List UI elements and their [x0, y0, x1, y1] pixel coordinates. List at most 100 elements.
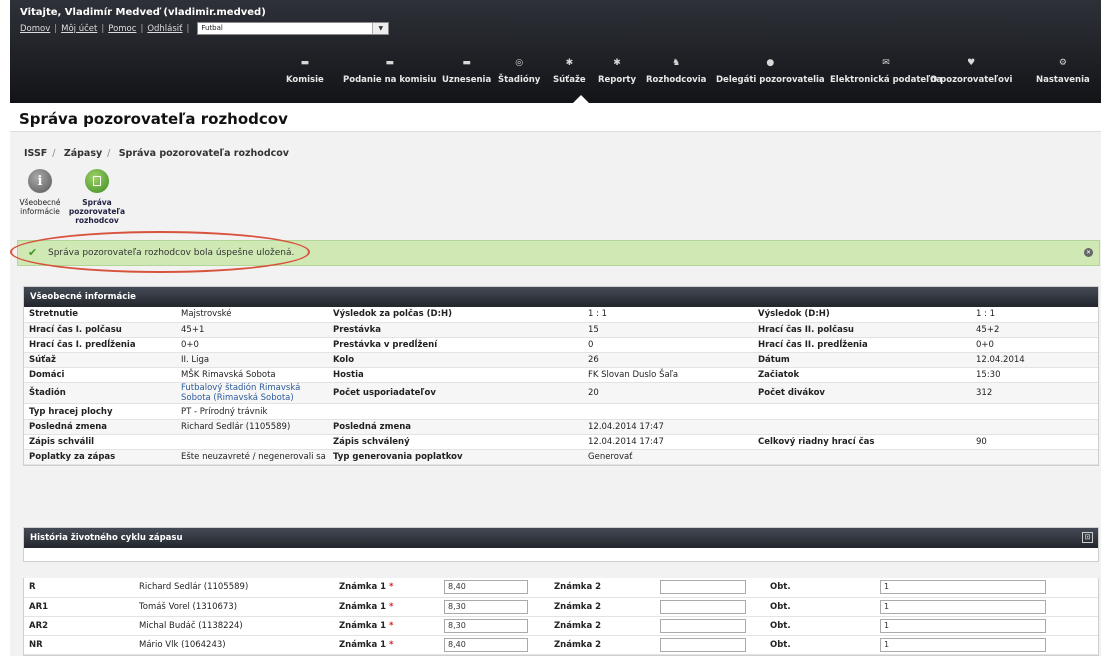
- breadcrumb-zapasy[interactable]: Zápasy: [64, 148, 102, 159]
- welcome-text: Vitajte, Vladimír Medveď (vladimir.medve…: [20, 7, 266, 18]
- folder-icon: ▬: [300, 58, 310, 68]
- chevron-down-icon: ▼: [372, 23, 389, 34]
- obt-label: Obt.: [765, 635, 875, 655]
- field-value: 1 : 1: [971, 307, 1098, 323]
- breadcrumb-current: Správa pozorovateľa rozhodcov: [118, 148, 289, 159]
- mark2-cell: [655, 616, 765, 636]
- mark2-input[interactable]: [660, 618, 746, 633]
- referee-row: NR Mário Vlk (1064243) Známka 1 * 8,40 Z…: [24, 635, 1098, 655]
- nav-elektronicka-podatelna[interactable]: ✉ Elektronická podateľna: [830, 58, 942, 85]
- mark1-label: Známka 1 *: [334, 635, 439, 655]
- referee-role: R: [24, 578, 134, 598]
- close-icon[interactable]: ✕: [1084, 248, 1093, 257]
- breadcrumb-issf[interactable]: ISSF: [24, 148, 47, 159]
- sport-select[interactable]: Futbal ▼: [197, 22, 390, 35]
- field-label: Posledná zmena: [24, 419, 176, 435]
- obt-cell: 1: [875, 635, 1098, 655]
- mark1-cell: 8,40: [439, 578, 549, 598]
- field-value: 0+0: [176, 337, 328, 354]
- table-row: Posledná zmena Richard Sedlár (1105589) Po…: [24, 419, 1098, 435]
- nav-o-pozorovatelovi[interactable]: ♥ O pozorovateľovi: [930, 58, 1012, 85]
- field-value: Ešte neuzavreté / negenerovali sa: [176, 449, 328, 466]
- history-header[interactable]: História životného cyklu zápasu ⊡: [24, 528, 1098, 548]
- nav-sutaze[interactable]: ✱ Súťaže: [553, 58, 586, 85]
- mark2-input[interactable]: [660, 637, 746, 652]
- nav-uznesenia[interactable]: ▬ Uznesenia: [442, 58, 491, 85]
- field-value: [583, 403, 753, 420]
- field-value: Generovať: [583, 449, 753, 466]
- main-content: ISSF / Zápasy / Správa pozorovateľa rozhod…: [10, 132, 1101, 656]
- nav-delegati-pozorovatelia[interactable]: ● Delegáti pozorovatelia: [716, 58, 825, 85]
- obt-input[interactable]: 1: [880, 618, 1046, 633]
- stadium-link[interactable]: Futbalový štadión Rimavská Sobota (Rimav…: [181, 383, 300, 403]
- table-row: Hrací čas I. polčasu 45+1 Prestávka 15 Hrací…: [24, 322, 1098, 338]
- field-label: Stretnutie: [24, 307, 176, 323]
- field-label: Typ generovania poplatkov: [328, 449, 583, 466]
- referee-row: AR1 Tomáš Vorel (1310673) Známka 1 * 8,3…: [24, 597, 1098, 617]
- expand-icon[interactable]: ⊡: [1082, 532, 1093, 543]
- nav-rozhodcovia[interactable]: ♞ Rozhodcovia: [646, 58, 706, 85]
- obt-cell: 1: [875, 616, 1098, 636]
- field-label: Hostia: [328, 367, 583, 384]
- table-row: Hrací čas I. predĺženia 0+0 Prestávka v pr…: [24, 337, 1098, 354]
- mark2-label: Známka 2: [549, 635, 655, 655]
- mark1-input[interactable]: 8,40: [444, 637, 528, 652]
- check-icon: ✔: [28, 246, 38, 259]
- nav-reporty[interactable]: ✱ Reporty: [598, 58, 636, 85]
- referee-role: AR1: [24, 597, 134, 617]
- info-icon: i: [28, 169, 52, 193]
- field-label: [753, 403, 971, 420]
- quick-link-info[interactable]: i Všeobecné informácie: [10, 169, 70, 216]
- field-value: Majstrovské: [176, 307, 328, 323]
- mark2-input[interactable]: [660, 599, 746, 614]
- mark1-input[interactable]: 8,30: [444, 618, 528, 633]
- page-title: Správa pozorovateľa rozhodcov: [10, 103, 1101, 132]
- link-help[interactable]: Pomoc: [108, 24, 136, 34]
- active-nav-indicator: [573, 95, 589, 103]
- field-label: Prestávka v predĺžení: [328, 337, 583, 354]
- field-label: [753, 419, 971, 435]
- mark1-input[interactable]: 8,30: [444, 599, 528, 614]
- obt-input[interactable]: 1: [880, 580, 1046, 595]
- field-value: 45+2: [971, 322, 1098, 338]
- table-row: Štadión Futbalový štadión Rimavská Sobota…: [24, 382, 1098, 405]
- field-value: 15: [583, 322, 753, 338]
- field-value: 12.04.2014: [971, 352, 1098, 369]
- table-row: Poplatky za zápas Ešte neuzavreté / negen…: [24, 449, 1098, 466]
- field-label: Dátum: [753, 352, 971, 369]
- pin-icon: ♥: [967, 58, 976, 68]
- field-value: [176, 434, 328, 451]
- obt-input[interactable]: 1: [880, 637, 1046, 652]
- link-my-account[interactable]: Môj účet: [61, 24, 97, 34]
- obt-input[interactable]: 1: [880, 599, 1046, 614]
- nav-stadiony[interactable]: ◎ Štadióny: [498, 58, 540, 85]
- nav-komisie[interactable]: ▬ Komisie: [286, 58, 324, 85]
- referee-icon: ♞: [672, 58, 681, 68]
- link-logout[interactable]: Odhlásiť: [147, 24, 182, 34]
- general-info-table: Stretnutie Majstrovské Výsledok za polčas …: [24, 307, 1098, 466]
- obt-label: Obt.: [765, 578, 875, 598]
- link-home[interactable]: Domov: [20, 24, 50, 34]
- table-row: Typ hracej plochy PT - Prírodný trávnik: [24, 403, 1098, 420]
- field-value: 0: [583, 337, 753, 354]
- mark2-input[interactable]: [660, 580, 746, 595]
- referee-name: Michal Budáč (1138224): [134, 616, 334, 636]
- top-bar: Vitajte, Vladimír Medveď (vladimir.medve…: [10, 0, 1101, 103]
- field-value: 20: [583, 382, 753, 405]
- field-label: Typ hracej plochy: [24, 403, 176, 420]
- mark1-input[interactable]: 8,40: [444, 580, 528, 595]
- folder-icon: ▬: [462, 58, 471, 68]
- mail-icon: ✉: [882, 58, 890, 68]
- nav-podanie-na-komisiu[interactable]: ▬ Podanie na komisiu: [343, 58, 436, 85]
- field-value: FK Slovan Duslo Šaľa: [583, 367, 753, 384]
- referee-row: AR2 Michal Budáč (1138224) Známka 1 * 8,…: [24, 616, 1098, 636]
- field-value: [971, 403, 1098, 420]
- nav-nastavenia[interactable]: ⚙ Nastavenia: [1036, 58, 1090, 85]
- history-title: História životného cyklu zápasu: [30, 533, 183, 543]
- ball-icon: ●: [766, 58, 775, 68]
- history-panel: História životného cyklu zápasu ⊡: [23, 527, 1099, 562]
- alert-message: Správa pozorovateľa rozhodcov bola úspeš…: [48, 248, 295, 258]
- field-label: Výsledok za polčas (D:H): [328, 307, 583, 323]
- general-info-header[interactable]: Všeobecné informácie: [24, 287, 1098, 307]
- quick-link-report[interactable]: Správa pozorovateľa rozhodcov: [67, 169, 127, 225]
